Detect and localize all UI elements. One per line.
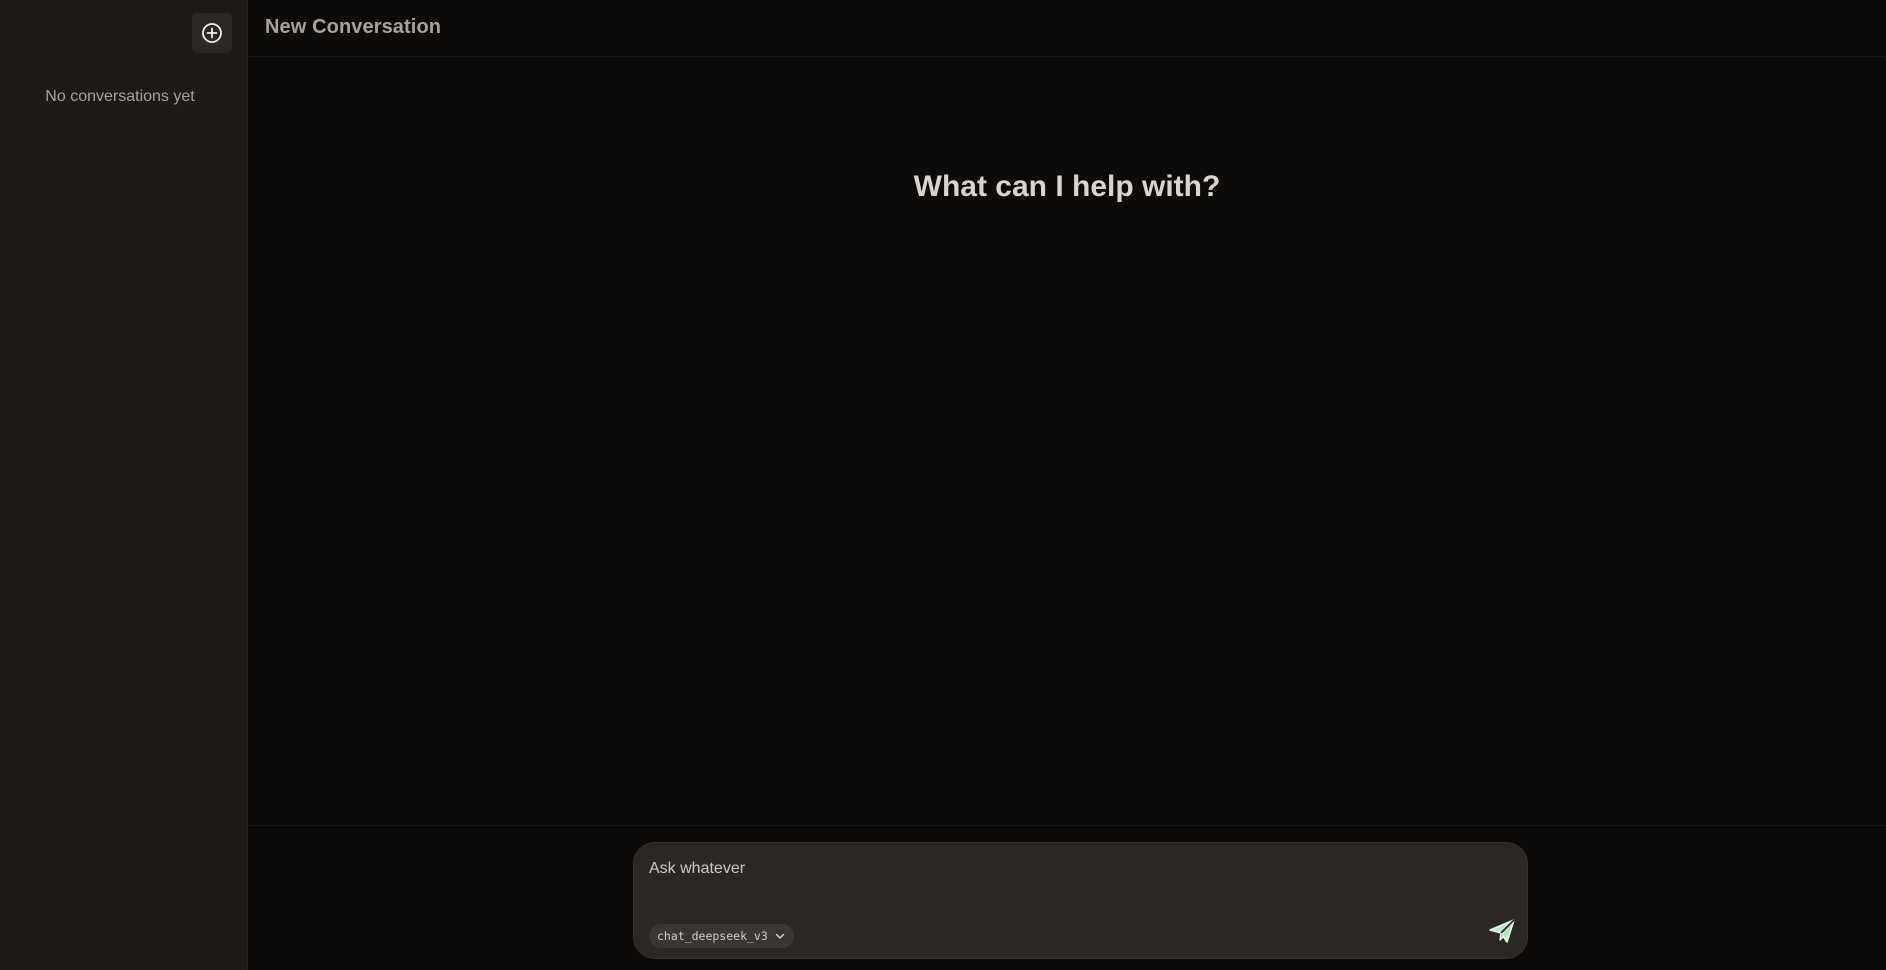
paper-plane-icon (1488, 918, 1516, 949)
model-name: chat_deepseek_v3 (657, 929, 768, 943)
composer-area: chat_deepseek_v3 (248, 825, 1886, 970)
empty-conversations-text: No conversations yet (45, 88, 195, 105)
new-conversation-button[interactable] (192, 13, 232, 53)
model-selector[interactable]: chat_deepseek_v3 (649, 924, 794, 948)
message-input[interactable] (649, 857, 1469, 881)
header-bar: New Conversation (248, 0, 1886, 57)
plus-circle-icon (201, 22, 223, 44)
sidebar: No conversations yet (0, 0, 248, 970)
app-window: No conversations yet New Conversation Wh… (0, 0, 1886, 970)
greeting-heading: What can I help with? (913, 170, 1221, 203)
chevron-down-icon (774, 930, 786, 942)
page-title: New Conversation (265, 16, 442, 38)
composer-box: chat_deepseek_v3 (633, 842, 1528, 959)
send-button[interactable] (1486, 917, 1518, 949)
main-panel: New Conversation What can I help with? c… (248, 0, 1886, 970)
